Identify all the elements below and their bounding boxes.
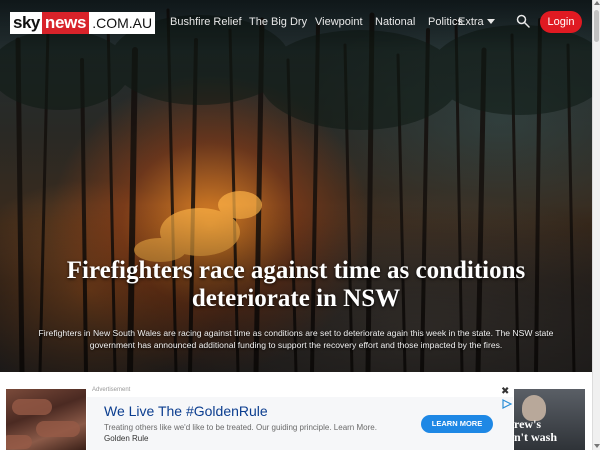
ad-body[interactable]: We Live The #GoldenRule Treating others … — [87, 397, 513, 450]
article-thumbnail-right[interactable]: rew's n't wash — [514, 389, 585, 450]
ad-choices-icon[interactable] — [501, 399, 513, 409]
close-icon[interactable]: ✖ — [501, 386, 509, 397]
logo-sky: sky — [10, 12, 42, 34]
headline-line-2: deteriorate in NSW — [191, 285, 401, 312]
thumbnail-caption: rew's n't wash — [514, 418, 557, 444]
nav-item-extra[interactable]: Extra — [458, 16, 495, 28]
scrollbar-thumb[interactable] — [594, 10, 599, 42]
login-button[interactable]: Login — [540, 11, 582, 33]
chevron-down-icon — [486, 19, 495, 24]
logo-news: news — [41, 12, 90, 34]
ad-brand: Golden Rule — [104, 434, 149, 443]
sky-news-logo[interactable]: sky news .COM.AU — [10, 12, 156, 34]
article-headline[interactable]: Firefighters race against time as condit… — [8, 257, 584, 313]
thumbnail-shape — [6, 435, 32, 449]
thumbnail-shape — [36, 421, 80, 437]
nav-item-bushfire-relief[interactable]: Bushfire Relief — [170, 16, 242, 28]
scroll-down-arrow-icon[interactable] — [594, 444, 600, 448]
search-icon[interactable] — [516, 14, 530, 28]
nav-item-national[interactable]: National — [375, 16, 415, 28]
advertisement-banner[interactable]: Advertisement ✖ We Live The #GoldenRule … — [87, 386, 513, 450]
summary-line-2: government has announced additional fund… — [89, 340, 503, 350]
ad-title[interactable]: We Live The #GoldenRule — [104, 403, 268, 419]
logo-domain: .COM.AU — [89, 12, 156, 34]
thumbnail-caption-line-2: n't wash — [514, 430, 558, 444]
ad-text: Treating others like we'd like to be tre… — [104, 423, 377, 432]
hero-overlay — [0, 0, 592, 372]
headline-line-1: Firefighters race against time as condit… — [66, 257, 526, 284]
nav-item-the-big-dry[interactable]: The Big Dry — [249, 16, 307, 28]
learn-more-button[interactable]: LEARN MORE — [421, 415, 493, 433]
page-scrollbar[interactable] — [592, 0, 600, 450]
summary-line-1: Firefighters in New South Wales are raci… — [38, 328, 554, 338]
top-navbar: sky news .COM.AU Bushfire Relief The Big… — [0, 0, 592, 44]
hero-image[interactable] — [0, 0, 592, 372]
ad-label: Advertisement — [92, 387, 131, 393]
article-thumbnail-left[interactable] — [6, 389, 86, 450]
article-summary: Firefighters in New South Wales are raci… — [22, 327, 570, 351]
nav-item-viewpoint[interactable]: Viewpoint — [315, 16, 363, 28]
thumbnail-shape — [12, 399, 52, 415]
scroll-up-arrow-icon[interactable] — [594, 1, 600, 5]
nav-item-extra-label: Extra — [458, 16, 484, 28]
